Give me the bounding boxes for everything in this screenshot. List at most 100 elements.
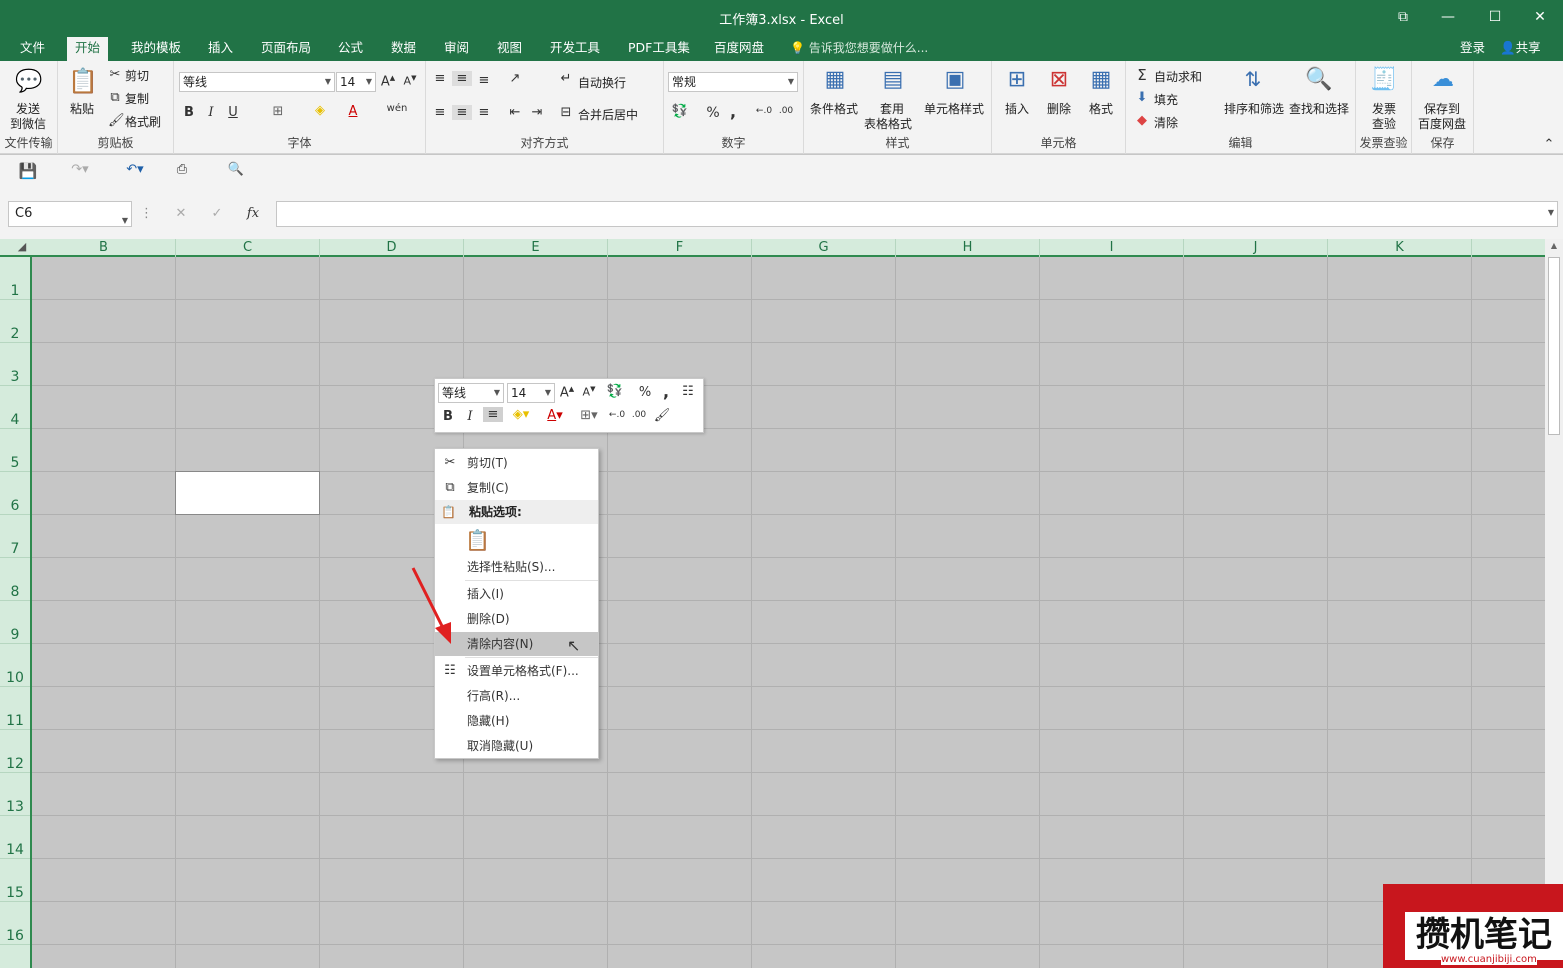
row-header[interactable]: 9 xyxy=(0,601,30,644)
save-icon[interactable]: 💾 xyxy=(18,162,38,180)
name-box[interactable]: C6 ▼ xyxy=(8,201,132,227)
tab-baidu-pan[interactable]: 百度网盘 xyxy=(706,37,772,61)
align-bottom-icon[interactable]: ≡ xyxy=(476,73,492,88)
tab-file[interactable]: 文件 xyxy=(12,37,53,61)
bold-button[interactable]: B xyxy=(182,105,196,120)
font-name-select[interactable]: 等线 ▼ xyxy=(179,72,335,92)
cell-grid[interactable] xyxy=(32,257,1545,968)
insert-cells-button[interactable]: 插入 xyxy=(1005,100,1029,117)
tell-me-search[interactable]: 💡 告诉我您想要做什么... xyxy=(790,37,928,61)
ribbon-display-icon[interactable]: ⧉ xyxy=(1383,6,1423,28)
column-header[interactable]: B xyxy=(32,239,176,257)
row-header[interactable]: 7 xyxy=(0,515,30,558)
vertical-scrollbar[interactable]: ▲ xyxy=(1545,239,1563,968)
font-size-select[interactable]: 14 ▼ xyxy=(336,72,376,92)
clear-button[interactable]: 清除 xyxy=(1154,114,1178,131)
copy-button[interactable]: 复制 xyxy=(125,90,149,107)
tab-insert[interactable]: 插入 xyxy=(200,37,241,61)
column-header[interactable]: H xyxy=(896,239,1040,257)
find-select-icon[interactable]: 🔍 xyxy=(1304,67,1334,92)
row-header[interactable]: 16 xyxy=(0,902,30,945)
increase-font-icon[interactable]: A▲ xyxy=(380,74,396,89)
menu-item-format-cells[interactable]: ☷ 设置单元格格式(F)... xyxy=(435,659,598,683)
column-header[interactable]: E xyxy=(464,239,608,257)
cell-styles-button[interactable]: 单元格样式 xyxy=(924,100,984,117)
decrease-indent-icon[interactable]: ⇤ xyxy=(506,105,524,120)
mini-size-select[interactable]: 14 ▼ xyxy=(507,383,555,403)
row-header[interactable]: 14 xyxy=(0,816,30,859)
row-header[interactable]: 15 xyxy=(0,859,30,902)
tab-view[interactable]: 视图 xyxy=(489,37,530,61)
cell-styles-icon[interactable]: ▣ xyxy=(940,67,970,92)
delete-cells-button[interactable]: 删除 xyxy=(1047,100,1071,117)
selected-cell-c6[interactable] xyxy=(175,471,320,515)
align-top-icon[interactable]: ≡ xyxy=(432,71,448,86)
tab-my-templates[interactable]: 我的模板 xyxy=(123,37,189,61)
print-preview-icon[interactable]: ⎙ xyxy=(172,162,192,177)
row-header[interactable]: 12 xyxy=(0,730,30,773)
tab-pdf-tools[interactable]: PDF工具集 xyxy=(620,37,698,61)
tab-home[interactable]: 开始 xyxy=(67,37,109,61)
delete-cells-icon[interactable]: ⊠ xyxy=(1044,67,1074,92)
row-header[interactable]: 5 xyxy=(0,429,30,472)
border-icon[interactable]: ⊞▾ xyxy=(575,408,603,423)
column-header[interactable]: I xyxy=(1040,239,1184,257)
decrease-font-icon[interactable]: A▼ xyxy=(402,74,418,88)
decrease-font-icon[interactable]: A▼ xyxy=(581,385,597,399)
format-painter-button[interactable]: 格式刷 xyxy=(125,113,161,130)
column-header[interactable]: G xyxy=(752,239,896,257)
fill-color-icon[interactable]: ◈▾ xyxy=(507,407,535,422)
undo-icon[interactable]: ↶▾ xyxy=(118,162,152,177)
tab-review[interactable]: 审阅 xyxy=(436,37,477,61)
enter-icon[interactable]: ✓ xyxy=(208,206,226,221)
close-button[interactable]: ✕ xyxy=(1520,6,1560,28)
formula-input[interactable]: ▼ xyxy=(276,201,1558,227)
center-align-icon[interactable]: ≡ xyxy=(483,407,503,422)
bold-button[interactable]: B xyxy=(441,409,455,424)
font-color-icon[interactable]: A xyxy=(344,104,362,119)
tab-data[interactable]: 数据 xyxy=(383,37,424,61)
row-header[interactable]: 1 xyxy=(0,257,30,300)
sort-filter-button[interactable]: 排序和筛选 xyxy=(1224,100,1284,117)
increase-font-icon[interactable]: A▲ xyxy=(559,385,575,400)
scroll-thumb[interactable] xyxy=(1548,257,1560,435)
table-format-button[interactable]: 表格格式 xyxy=(864,115,912,132)
row-header[interactable]: 2 xyxy=(0,300,30,343)
italic-button[interactable]: I xyxy=(204,105,218,120)
scroll-up-icon[interactable]: ▲ xyxy=(1548,241,1560,250)
menu-item-cut[interactable]: ✂ 剪切(T) xyxy=(435,451,598,475)
increase-decimal-icon[interactable]: ←.0 xyxy=(754,106,774,116)
comma-button[interactable]: , xyxy=(661,382,671,401)
menu-item-unhide[interactable]: 取消隐藏(U) xyxy=(435,734,598,758)
merge-center-button[interactable]: 合并后居中 xyxy=(578,106,638,123)
tab-formulas[interactable]: 公式 xyxy=(330,37,371,61)
cancel-icon[interactable]: ✕ xyxy=(172,206,190,221)
mini-font-select[interactable]: 等线 ▼ xyxy=(438,383,504,403)
insert-cells-icon[interactable]: ⊞ xyxy=(1002,67,1032,92)
menu-item-row-height[interactable]: 行高(R)... xyxy=(435,684,598,708)
phonetic-icon[interactable]: wén xyxy=(386,103,408,114)
menu-item-copy[interactable]: ⧉ 复制(C) xyxy=(435,476,598,500)
row-header[interactable]: 11 xyxy=(0,687,30,730)
comma-button[interactable]: , xyxy=(728,102,738,121)
underline-button[interactable]: U xyxy=(226,105,240,120)
italic-button[interactable]: I xyxy=(463,409,477,424)
border-icon[interactable]: ⊞ xyxy=(269,104,287,119)
column-header[interactable]: D xyxy=(320,239,464,257)
wrap-text-button[interactable]: 自动换行 xyxy=(578,74,626,91)
column-header[interactable]: C xyxy=(176,239,320,257)
decrease-decimal-icon[interactable]: .00 xyxy=(776,106,796,116)
fill-color-icon[interactable]: ◈ xyxy=(311,103,329,118)
column-header[interactable]: F xyxy=(608,239,752,257)
percent-button[interactable]: % xyxy=(638,385,652,400)
format-painter-icon[interactable]: 🖌 xyxy=(653,408,671,423)
align-middle-icon[interactable]: ≡ xyxy=(452,71,472,86)
increase-decimal-icon[interactable]: ←.0 xyxy=(607,410,627,420)
select-all-icon[interactable]: ◢ xyxy=(14,240,30,253)
fill-button[interactable]: 填充 xyxy=(1154,91,1178,108)
share-button[interactable]: 👤共享 xyxy=(1500,37,1541,59)
currency-icon[interactable]: 💱 xyxy=(603,384,627,399)
format-cells-icon[interactable]: ☷ xyxy=(679,384,697,399)
format-cells-icon[interactable]: ▦ xyxy=(1086,67,1116,92)
row-header[interactable]: 8 xyxy=(0,558,30,601)
